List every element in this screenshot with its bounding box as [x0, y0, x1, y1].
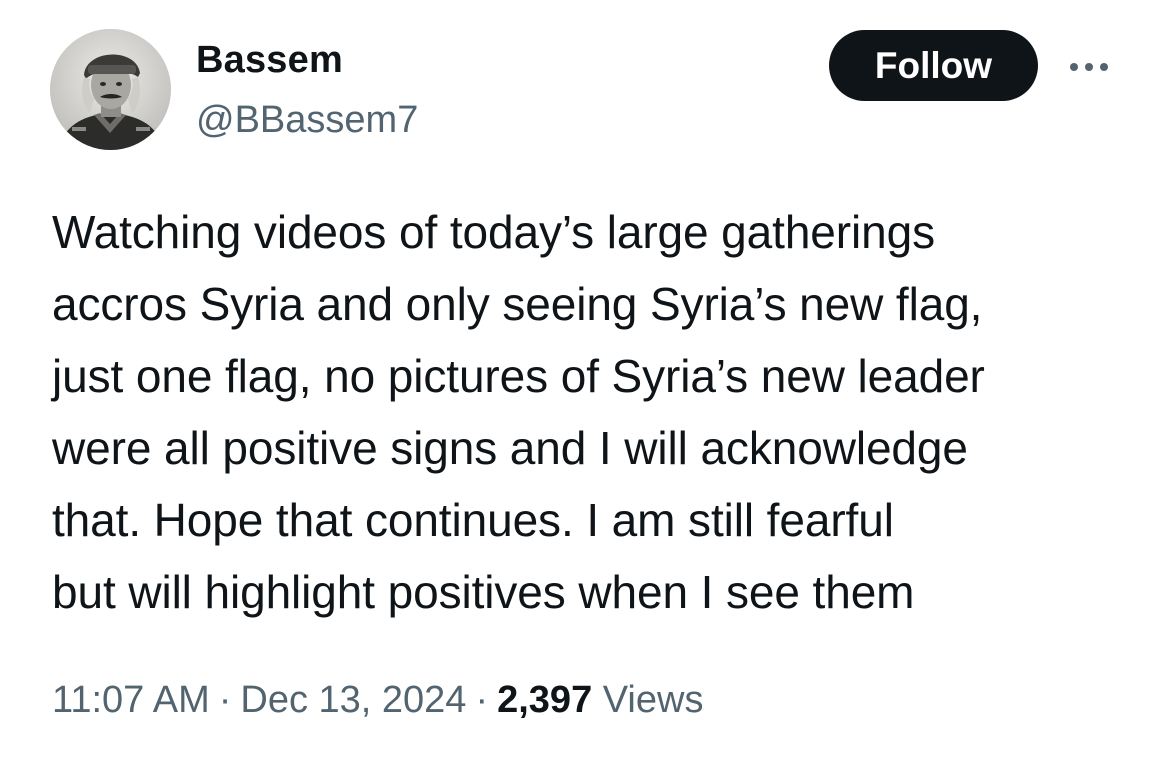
author-avatar[interactable] [50, 29, 171, 150]
tweet-text: Watching videos of today’s large gatheri… [52, 206, 985, 618]
meta-separator: · [475, 679, 489, 721]
tweet-metadata: 11:07 AM · Dec 13, 2024 · 2,397 Views [52, 676, 703, 724]
author-display-name[interactable]: Bassem [196, 38, 343, 82]
views-label: Views [602, 679, 704, 721]
tweet-time[interactable]: 11:07 AM [52, 679, 210, 721]
more-horizontal-icon [1070, 63, 1108, 71]
vintage-portrait-avatar-icon [50, 29, 171, 150]
more-options-button[interactable] [1064, 52, 1114, 82]
views-count[interactable]: 2,397 [497, 679, 592, 721]
tweet-date[interactable]: Dec 13, 2024 [240, 679, 466, 721]
follow-button[interactable]: Follow [829, 30, 1038, 101]
tweet-card: Bassem @BBassem7 Follow Watching videos … [0, 0, 1170, 765]
meta-separator: · [218, 679, 232, 721]
author-handle[interactable]: @BBassem7 [196, 98, 418, 142]
